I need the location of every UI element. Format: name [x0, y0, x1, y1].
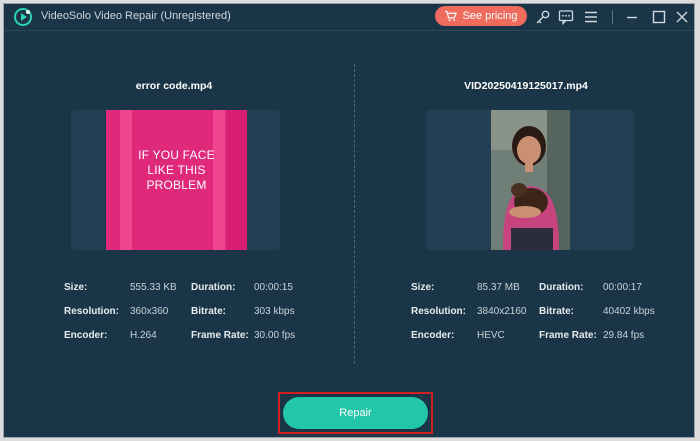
key-icon[interactable] [534, 8, 552, 26]
app-logo-icon [14, 8, 32, 26]
duration-value: 00:00:17 [603, 282, 642, 293]
encoder-value: HEVC [477, 330, 505, 341]
encoder-label: Encoder: [64, 330, 108, 341]
bitrate-value: 303 kbps [254, 306, 295, 317]
photo-illustration [491, 110, 570, 250]
sample-video-panel: VID20250419125017.mp4 Size: 85.37 MB Dur… [356, 30, 694, 370]
title-bar: VideoSolo Video Repair (Unregistered) Se… [4, 4, 694, 30]
resolution-value: 3840x2160 [477, 306, 527, 317]
size-label: Size: [411, 282, 435, 293]
app-window: VideoSolo Video Repair (Unregistered) Se… [3, 3, 695, 438]
source-preview: IF YOU FACE LIKE THIS PROBLEM [71, 110, 280, 250]
see-pricing-button[interactable]: See pricing [435, 6, 527, 26]
sample-thumbnail [491, 110, 570, 250]
source-video-panel: error code.mp4 IF YOU FACE LIKE THIS PRO… [4, 30, 344, 370]
framerate-label: Frame Rate: [539, 330, 597, 341]
resolution-label: Resolution: [64, 306, 119, 317]
see-pricing-label: See pricing [462, 10, 518, 22]
chat-icon[interactable] [557, 8, 575, 26]
framerate-value: 29.84 fps [603, 330, 645, 341]
resolution-value: 360x360 [130, 306, 169, 317]
size-value: 85.37 MB [477, 282, 520, 293]
framerate-label: Frame Rate: [191, 330, 249, 341]
cart-icon [445, 10, 458, 22]
encoder-value: H.264 [130, 330, 157, 341]
thumbnail-caption: IF YOU FACE LIKE THIS PROBLEM [106, 148, 247, 193]
repair-button[interactable]: Repair [283, 397, 428, 429]
sample-filename: VID20250419125017.mp4 [464, 80, 588, 92]
panel-divider [354, 64, 355, 364]
maximize-icon[interactable] [650, 8, 668, 26]
menu-icon[interactable] [582, 8, 600, 26]
duration-label: Duration: [539, 282, 584, 293]
minimize-icon[interactable] [623, 8, 641, 26]
framerate-value: 30.00 fps [254, 330, 296, 341]
thumbnail-caption-text: IF YOU FACE LIKE THIS PROBLEM [138, 148, 215, 192]
title-bar-separator [612, 10, 613, 24]
duration-label: Duration: [191, 282, 236, 293]
sample-preview [426, 110, 635, 250]
close-icon[interactable] [673, 8, 691, 26]
size-value: 555.33 KB [130, 282, 177, 293]
size-label: Size: [64, 282, 88, 293]
source-thumbnail: IF YOU FACE LIKE THIS PROBLEM [106, 110, 247, 250]
source-filename: error code.mp4 [135, 80, 213, 92]
encoder-label: Encoder: [411, 330, 455, 341]
resolution-label: Resolution: [411, 306, 466, 317]
duration-value: 00:00:15 [254, 282, 293, 293]
bitrate-value: 40402 kbps [603, 306, 655, 317]
bitrate-label: Bitrate: [539, 306, 575, 317]
window-title: VideoSolo Video Repair (Unregistered) [41, 10, 231, 22]
bitrate-label: Bitrate: [191, 306, 227, 317]
